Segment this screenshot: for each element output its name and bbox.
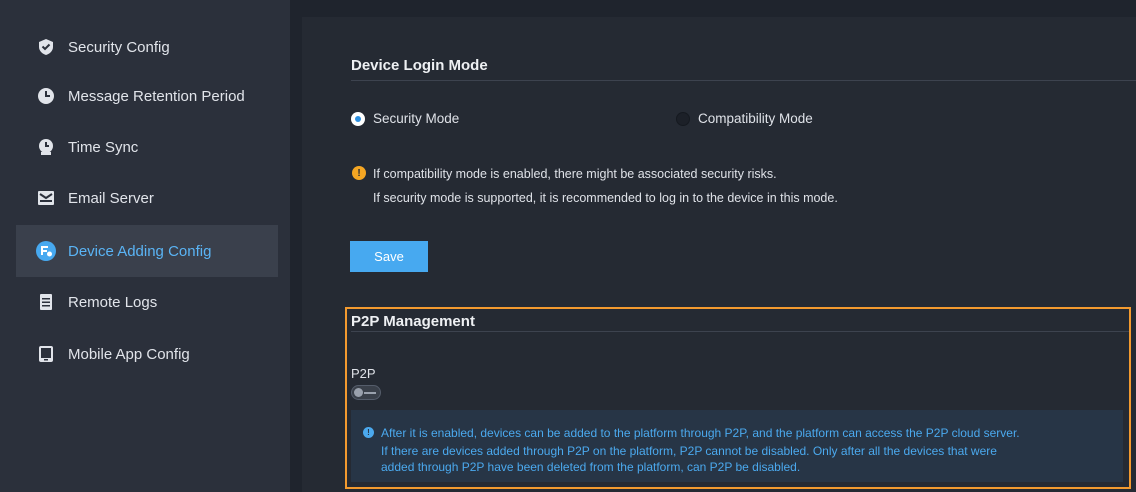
toggle-knob [354,388,363,397]
warning-text-line1: If compatibility mode is enabled, there … [373,167,777,181]
email-icon [36,188,56,208]
radio-unselected-icon [676,111,690,126]
sidebar-item-label: Time Sync [68,138,139,156]
radio-selected-icon [351,111,365,126]
p2p-section-title: P2P Management [351,313,475,330]
info-text-line1: After it is enabled, devices can be adde… [381,426,1020,440]
warning-icon: ! [352,166,366,180]
save-button[interactable]: Save [350,241,428,272]
compatibility-mode-label: Compatibility Mode [698,111,813,126]
sidebar-item-label: Remote Logs [68,293,158,311]
security-mode-radio[interactable]: Security Mode [351,111,459,126]
section-divider [351,331,1129,332]
info-icon: ! [363,427,374,438]
clock-icon [36,86,56,106]
sidebar-item-label: Message Retention Period [68,87,245,105]
device-config-icon [36,241,56,261]
document-icon [36,292,56,312]
security-mode-label: Security Mode [373,111,460,126]
shield-icon [36,37,56,57]
divider [290,0,302,492]
login-mode-title: Device Login Mode [351,57,488,74]
p2p-label: P2P [351,366,376,381]
top-divider [290,0,1136,17]
sidebar-item-email-server[interactable]: Email Server [16,172,278,224]
info-text-line2: If there are devices added through P2P o… [381,444,997,458]
sidebar-item-label: Device Adding Config [68,242,212,260]
section-divider [351,80,1136,81]
warning-text-line2: If security mode is supported, it is rec… [373,191,838,205]
sidebar-item-label: Mobile App Config [68,345,190,363]
sidebar-item-remote-logs[interactable]: Remote Logs [16,276,278,328]
sidebar-item-label: Security Config [68,38,170,56]
sidebar-item-label: Email Server [68,189,154,207]
sidebar-item-message-retention[interactable]: Message Retention Period [16,70,278,122]
info-text-line3: added through P2P have been deleted from… [381,460,801,474]
time-sync-icon [36,137,56,157]
sidebar-item-mobile-app-config[interactable]: Mobile App Config [16,328,278,380]
p2p-info-panel: ! After it is enabled, devices can be ad… [351,410,1123,482]
compatibility-mode-radio[interactable]: Compatibility Mode [676,111,813,126]
sidebar-item-security-config[interactable]: Security Config [16,21,278,73]
mobile-icon [36,344,56,364]
p2p-toggle[interactable] [351,385,381,400]
sidebar-item-time-sync[interactable]: Time Sync [16,121,278,173]
sidebar: Security Config Message Retention Period… [0,0,290,492]
toggle-track-mark [364,392,376,394]
sidebar-item-device-adding-config[interactable]: Device Adding Config [16,225,278,277]
